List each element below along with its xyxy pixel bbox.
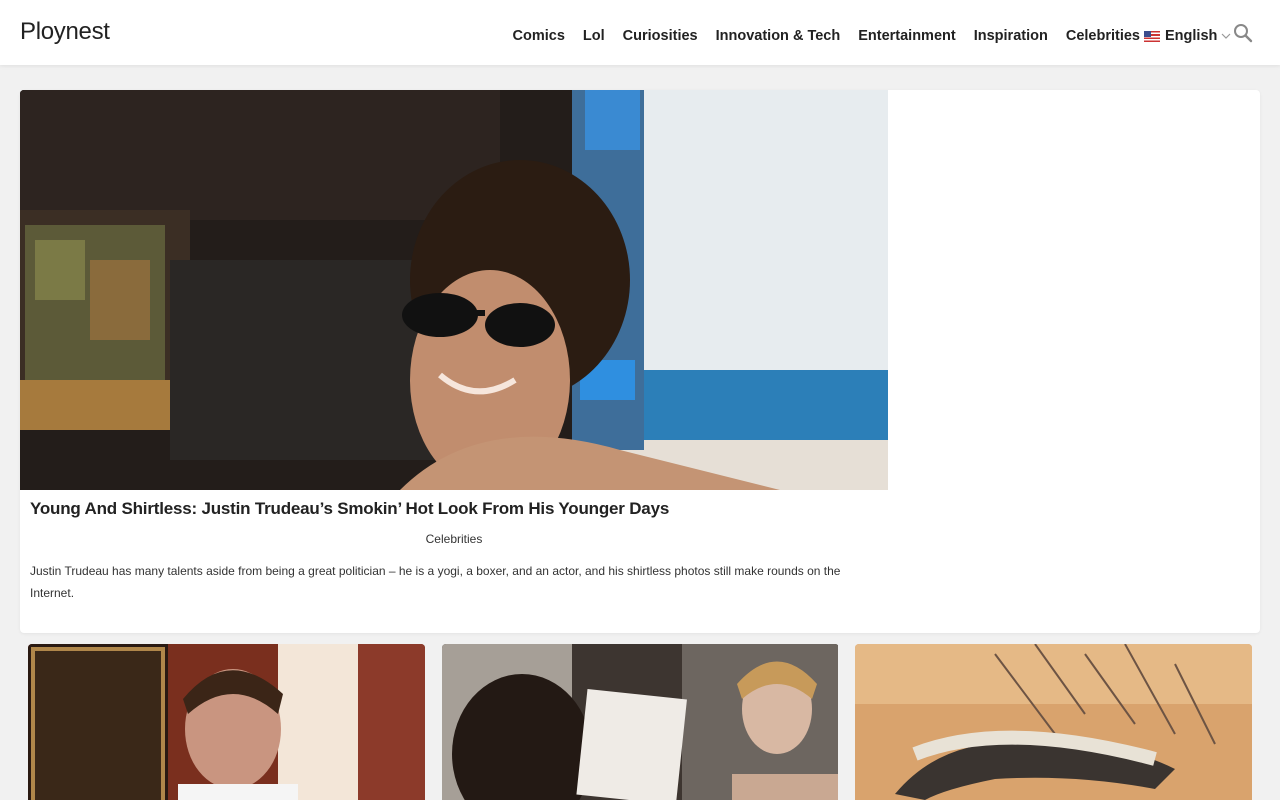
featured-article-category[interactable]: Celebrities (20, 532, 888, 546)
featured-article-card[interactable]: Young And Shirtless: Justin Trudeau’s Sm… (20, 90, 1260, 633)
nav-item-comics[interactable]: Comics (513, 28, 565, 44)
nav-item-lol[interactable]: Lol (583, 28, 605, 44)
nav-item-entertainment[interactable]: Entertainment (858, 28, 956, 44)
featured-article-description: Justin Trudeau has many talents aside fr… (30, 564, 841, 600)
article-card-image[interactable] (442, 644, 839, 800)
site-header: Ploynest Comics Lol Curiosities Innovati… (0, 0, 1280, 65)
main-nav: Comics Lol Curiosities Innovation & Tech… (495, 28, 1140, 44)
nav-item-curiosities[interactable]: Curiosities (623, 28, 698, 44)
article-card-image[interactable] (28, 644, 425, 800)
article-card-image[interactable] (855, 644, 1252, 800)
search-icon[interactable] (1233, 23, 1253, 43)
nav-item-inspiration[interactable]: Inspiration (974, 28, 1048, 44)
language-label: English (1165, 28, 1218, 44)
language-selector[interactable]: English (1144, 28, 1231, 44)
featured-article-title[interactable]: Young And Shirtless: Justin Trudeau’s Sm… (30, 499, 880, 519)
nav-item-celebrities[interactable]: Celebrities (1066, 28, 1140, 44)
featured-article-image[interactable] (20, 90, 888, 490)
chevron-down-icon (1221, 33, 1231, 39)
us-flag-icon (1144, 30, 1160, 42)
nav-item-innovation-tech[interactable]: Innovation & Tech (716, 28, 841, 44)
site-logo[interactable]: Ploynest (20, 18, 110, 46)
